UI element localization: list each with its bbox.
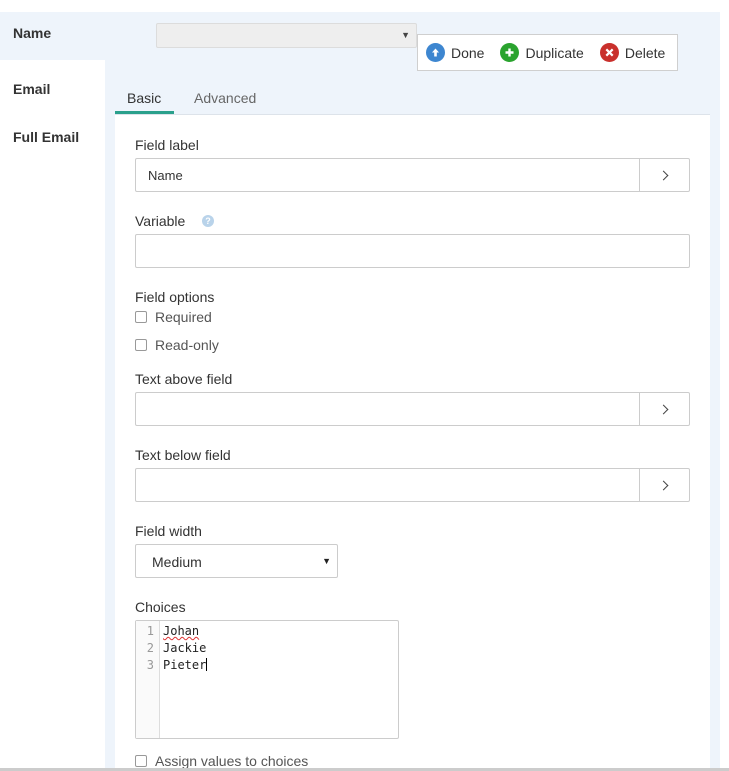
choice-line: Pieter bbox=[163, 658, 207, 672]
assign-values-label: Assign values to choices bbox=[155, 753, 309, 769]
variable-input[interactable] bbox=[135, 234, 690, 268]
help-icon[interactable]: ? bbox=[202, 215, 214, 227]
sidebar-item-name[interactable]: Name bbox=[0, 12, 105, 60]
required-option[interactable]: Required bbox=[135, 309, 212, 325]
chevron-right-icon bbox=[658, 404, 668, 414]
active-tab-indicator bbox=[115, 111, 174, 114]
field-label-input[interactable]: Name bbox=[135, 158, 690, 192]
text-above-input[interactable] bbox=[135, 392, 690, 426]
caret-down-icon: ▼ bbox=[322, 556, 331, 566]
assign-values-checkbox[interactable] bbox=[135, 755, 147, 767]
variable-heading: Variable bbox=[135, 213, 186, 229]
assign-values-option[interactable]: Assign values to choices bbox=[135, 753, 308, 769]
chevron-right-icon bbox=[658, 480, 668, 490]
line-number: 2 bbox=[146, 641, 154, 655]
field-width-value: Medium bbox=[152, 554, 202, 570]
choice-line: Johan bbox=[163, 624, 200, 638]
line-number: 1 bbox=[146, 624, 154, 638]
sidebar-item-email[interactable]: Email bbox=[0, 68, 105, 116]
choice-line: Jackie bbox=[163, 641, 207, 655]
text-above-heading: Text above field bbox=[135, 371, 233, 387]
required-checkbox[interactable] bbox=[135, 311, 147, 323]
text-below-input[interactable] bbox=[135, 468, 690, 502]
duplicate-button[interactable]: Duplicate bbox=[500, 43, 584, 62]
field-width-select[interactable]: Medium ▼ bbox=[135, 544, 338, 578]
chevron-right-icon bbox=[658, 170, 668, 180]
choice-line-with-cursor: Pieter bbox=[163, 658, 208, 672]
sidebar-item-label: Name bbox=[13, 25, 52, 41]
readonly-label: Read-only bbox=[155, 337, 219, 353]
text-below-heading: Text below field bbox=[135, 447, 231, 463]
readonly-option[interactable]: Read-only bbox=[135, 337, 219, 353]
sidebar-item-label: Full Email bbox=[13, 129, 80, 145]
text-cursor bbox=[206, 658, 208, 671]
tab-label: Basic bbox=[127, 90, 162, 106]
x-circle-icon bbox=[599, 43, 619, 62]
field-label-value: Name bbox=[148, 168, 183, 183]
editor-tabs: Basic Advanced bbox=[115, 84, 710, 115]
line-number-gutter bbox=[136, 621, 160, 738]
field-list-sidebar: Name Email Full Email bbox=[0, 12, 105, 771]
sidebar-item-full-email[interactable]: Full Email bbox=[0, 116, 105, 164]
tab-advanced[interactable]: Advanced bbox=[194, 90, 256, 115]
done-label: Done bbox=[451, 44, 485, 61]
line-number: 3 bbox=[146, 658, 154, 672]
choices-editor[interactable]: 1 2 3 Johan Jackie Pieter bbox=[135, 620, 399, 739]
plus-circle-icon bbox=[500, 43, 520, 62]
required-label: Required bbox=[155, 309, 212, 325]
field-label-heading: Field label bbox=[135, 137, 199, 153]
text-below-expand-button[interactable] bbox=[639, 469, 689, 501]
field-options-heading: Field options bbox=[135, 289, 215, 305]
text-above-expand-button[interactable] bbox=[639, 393, 689, 425]
tab-label: Advanced bbox=[194, 90, 257, 106]
arrow-up-circle-icon bbox=[426, 43, 445, 62]
done-button[interactable]: Done bbox=[426, 43, 484, 62]
readonly-checkbox[interactable] bbox=[135, 339, 147, 351]
choices-heading: Choices bbox=[135, 599, 186, 615]
duplicate-label: Duplicate bbox=[525, 44, 584, 61]
delete-button[interactable]: Delete bbox=[599, 43, 666, 62]
field-label-expand-button[interactable] bbox=[639, 159, 689, 191]
caret-down-icon: ▼ bbox=[401, 30, 410, 40]
field-width-heading: Field width bbox=[135, 523, 202, 539]
delete-label: Delete bbox=[624, 44, 666, 61]
sidebar-item-label: Email bbox=[13, 81, 51, 97]
field-type-select[interactable]: ▼ bbox=[156, 23, 417, 48]
field-actions-toolbar: Done Duplicate Delete bbox=[417, 34, 678, 71]
